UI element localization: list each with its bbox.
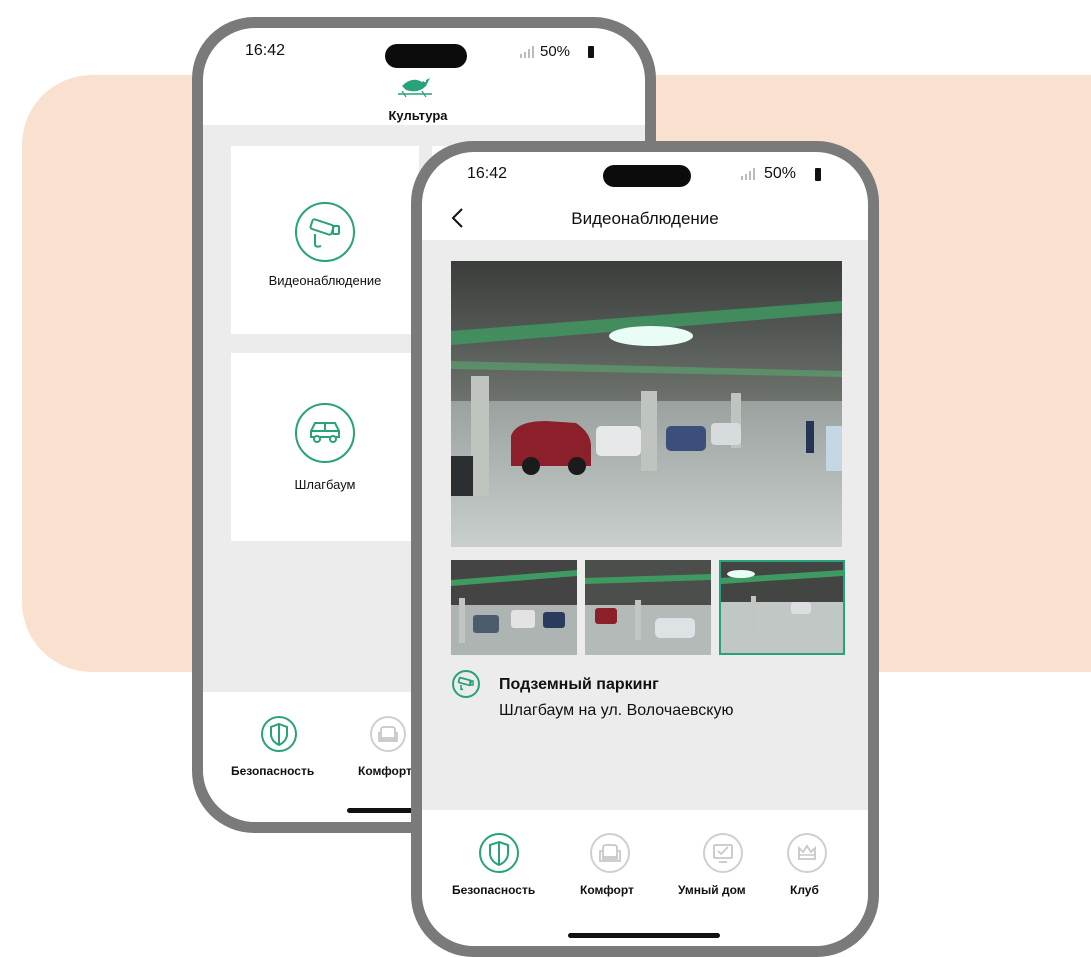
signal-icon xyxy=(520,46,534,58)
camera-title: Подземный паркинг xyxy=(499,676,659,693)
dynamic-island xyxy=(603,165,691,187)
page-title: Культура xyxy=(388,108,448,123)
camera-thumbnail-selected[interactable] xyxy=(719,560,845,655)
status-bar: 16:42 50% xyxy=(203,28,645,68)
page-title: Видеонаблюдение xyxy=(571,209,719,228)
camera-subtitle: Шлагбаум на ул. Волочаевскую xyxy=(499,702,734,719)
cctv-camera-icon xyxy=(295,202,355,262)
armchair-icon xyxy=(370,716,406,752)
car-icon xyxy=(295,403,355,463)
app-header: Культура xyxy=(203,68,645,126)
app-header: Видеонаблюдение xyxy=(422,194,868,240)
status-bar: 16:42 50% xyxy=(422,152,868,192)
nav-label: Безопасность xyxy=(231,764,315,778)
camera-main-view[interactable] xyxy=(451,261,842,547)
bottom-nav: Безопасность Комфорт Умный дом Клуб xyxy=(422,810,868,946)
shield-icon xyxy=(479,833,519,873)
dynamic-island xyxy=(385,44,467,68)
nav-label: Клуб xyxy=(790,883,819,897)
home-indicator xyxy=(568,933,720,938)
battery-percent: 50% xyxy=(540,43,571,60)
nav-label: Комфорт xyxy=(358,764,412,778)
nav-label: Безопасность xyxy=(452,883,536,897)
tile-label: Видеонаблюдение xyxy=(268,273,382,288)
battery-icon xyxy=(815,168,821,181)
cctv-camera-icon xyxy=(452,670,480,698)
status-time: 16:42 xyxy=(467,165,508,182)
tile-label: Шлагбаум xyxy=(294,477,356,492)
status-time: 16:42 xyxy=(245,42,286,59)
tile-cctv[interactable]: Видеонаблюдение xyxy=(231,146,419,334)
camera-view-area: Подземный паркинг Шлагбаум на ул. Волоча… xyxy=(422,240,868,810)
nav-label: Умный дом xyxy=(678,883,746,897)
tile-barrier[interactable]: Шлагбаум xyxy=(231,353,419,541)
camera-thumbnail[interactable] xyxy=(585,560,711,655)
crown-icon xyxy=(787,833,827,873)
battery-icon xyxy=(588,46,594,58)
signal-icon xyxy=(741,168,755,180)
shield-icon xyxy=(261,716,297,752)
battery-percent: 50% xyxy=(764,165,797,182)
bird-logo-icon xyxy=(398,78,432,98)
camera-thumbnail[interactable] xyxy=(451,560,577,655)
nav-label: Комфорт xyxy=(580,883,634,897)
front-phone-screen: 16:42 50% Видеонаблюдение Подземный парк… xyxy=(422,152,868,946)
front-phone: 16:42 50% Видеонаблюдение Подземный парк… xyxy=(411,141,879,957)
armchair-icon xyxy=(590,833,630,873)
monitor-icon xyxy=(703,833,743,873)
